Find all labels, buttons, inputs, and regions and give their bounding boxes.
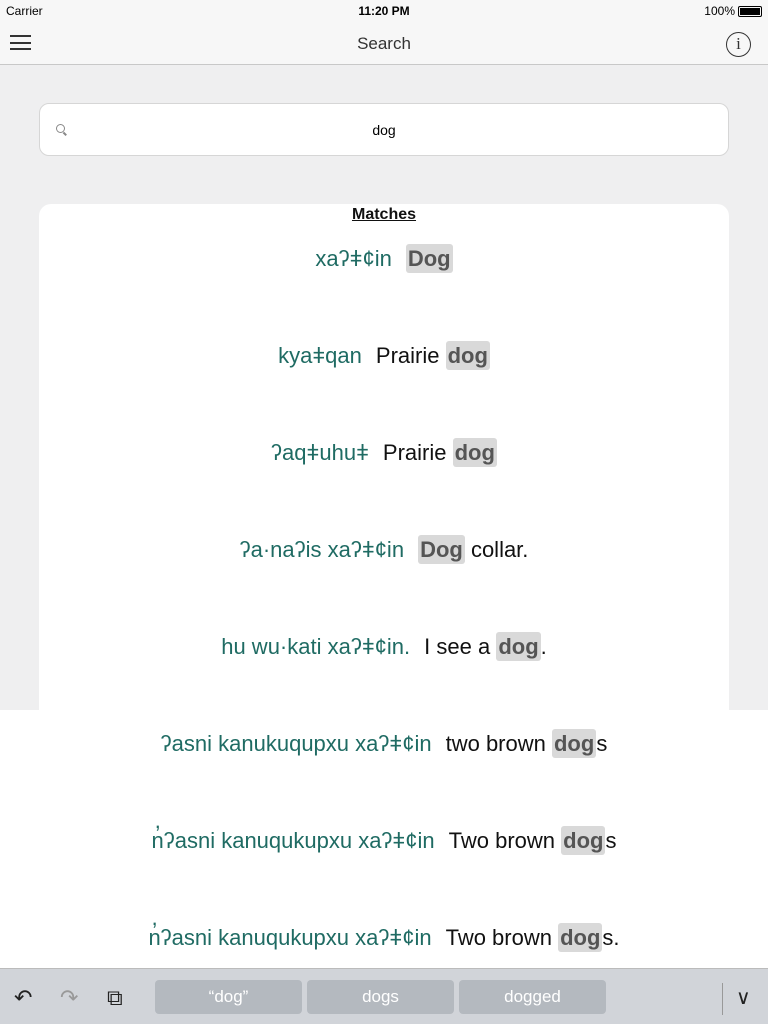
native-term: ʔa·naʔis xaʔǂ¢in — [239, 537, 405, 562]
translation-post: s — [605, 828, 617, 853]
translation: Two brown dogs — [448, 826, 617, 855]
native-term: n̓ʔasni kanuqukupxu xaʔǂ¢in — [151, 828, 435, 853]
result-row[interactable]: ʔaqǂuhuǂ Prairie dog — [0, 438, 768, 467]
match-highlight: dog — [496, 632, 541, 661]
translation-post: s. — [602, 925, 620, 950]
translation-pre: Two brown — [448, 828, 562, 853]
suggestion-1[interactable]: “dog” — [155, 980, 302, 1014]
translation-post: collar. — [464, 537, 529, 562]
clock: 11:20 PM — [358, 4, 410, 18]
divider — [722, 983, 723, 1015]
matches-heading: Matches — [351, 206, 417, 223]
result-row[interactable]: kyaǂqan Prairie dog — [0, 341, 768, 370]
match-highlight: Dog — [418, 535, 465, 564]
translation: I see a dog. — [424, 632, 547, 661]
translation: Dog — [405, 244, 453, 273]
keyboard-shortcut-bar: ↶ ↷ ⧉ “dog” dogs dogged ∨ — [0, 968, 768, 1024]
result-row[interactable]: n̓ʔasni kanuqukupxu xaʔǂ¢in Two brown dog… — [0, 826, 768, 855]
page-title: Search — [357, 34, 411, 53]
result-row[interactable]: ʔasni kanukuqupxu xaʔǂ¢in two brown dogs — [0, 729, 768, 758]
redo-icon[interactable]: ↷ — [60, 985, 78, 1011]
search-bar — [39, 103, 729, 156]
paste-icon[interactable]: ⧉ — [107, 985, 123, 1011]
battery-icon — [738, 5, 762, 17]
result-row[interactable]: xaʔǂ¢in Dog — [0, 244, 768, 273]
result-row[interactable]: ʔa·naʔis xaʔǂ¢in Dog collar. — [0, 535, 768, 564]
suggestion-2[interactable]: dogs — [307, 980, 454, 1014]
translation: Prairie dog — [382, 438, 497, 467]
translation-pre: I see a — [424, 634, 497, 659]
native-term: ʔasni kanukuqupxu xaʔǂ¢in — [160, 731, 432, 756]
native-term: n̓ʔasni kanuqukupxu xaʔǂ¢in — [148, 925, 432, 950]
translation-post: . — [540, 634, 547, 659]
battery-percent: 100% — [704, 4, 735, 18]
native-term: ʔaqǂuhuǂ — [271, 440, 369, 465]
search-input[interactable] — [80, 104, 688, 155]
match-highlight: dog — [551, 729, 597, 758]
translation: Dog collar. — [418, 535, 529, 564]
nav-bar: Search i — [0, 20, 768, 65]
native-term: hu wu·kati xaʔǂ¢in. — [221, 634, 411, 659]
result-row[interactable]: n̓ʔasni kanuqukupxu xaʔǂ¢in Two brown dog… — [0, 923, 768, 952]
dismiss-keyboard-icon[interactable]: ∨ — [736, 985, 751, 1010]
translation-pre: two brown — [445, 731, 552, 756]
translation-pre: Prairie — [382, 440, 453, 465]
match-highlight: Dog — [405, 244, 453, 273]
native-term: xaʔǂ¢in — [315, 246, 392, 271]
translation-pre: Two brown — [445, 925, 559, 950]
suggestion-3[interactable]: dogged — [459, 980, 606, 1014]
match-highlight: dog — [558, 923, 603, 952]
match-highlight: dog — [445, 341, 490, 370]
result-row[interactable]: hu wu·kati xaʔǂ¢in. I see a dog. — [0, 632, 768, 661]
match-highlight: dog — [452, 438, 497, 467]
translation: two brown dogs — [445, 729, 608, 758]
battery-status: 100% — [704, 4, 762, 18]
match-highlight: dog — [561, 826, 606, 855]
status-bar: Carrier 11:20 PM 100% — [0, 0, 768, 20]
translation-pre: Prairie — [375, 343, 446, 368]
translation: Two brown dogs. — [445, 923, 620, 952]
undo-icon[interactable]: ↶ — [14, 985, 32, 1011]
translation-post: s — [596, 731, 608, 756]
translation: Prairie dog — [375, 341, 490, 370]
info-icon[interactable]: i — [726, 32, 751, 57]
native-term: kyaǂqan — [278, 343, 362, 368]
magnifier-icon — [56, 124, 65, 133]
